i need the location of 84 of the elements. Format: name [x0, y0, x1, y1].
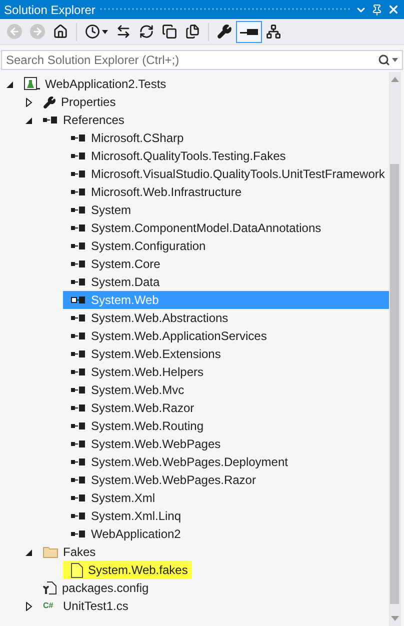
reference-icon	[71, 530, 86, 538]
reference-icon	[71, 188, 86, 196]
tree-item[interactable]: System.Web.Abstractions	[63, 309, 232, 327]
reference-icon	[71, 242, 86, 250]
tree-item[interactable]: System.Web.Extensions	[63, 345, 225, 363]
reference-icon	[71, 152, 86, 160]
close-icon[interactable]	[387, 3, 400, 16]
reference-icon	[71, 386, 86, 394]
hierarchy-icon	[266, 24, 281, 39]
tree-item[interactable]: WebApplication2	[63, 525, 185, 543]
search-box[interactable]: Search Solution Explorer (Ctrl+;)	[1, 50, 403, 70]
tree-item[interactable]: C# UnitTest1.cs	[35, 597, 132, 615]
reference-icon	[71, 458, 86, 466]
reference-icon	[71, 260, 86, 268]
reference-icon	[43, 116, 58, 124]
reference-icon	[71, 440, 86, 448]
tree-item[interactable]: Fakes	[35, 543, 100, 561]
reference-icon	[71, 206, 86, 214]
wrench-icon	[217, 24, 232, 39]
reference-icon	[71, 278, 86, 286]
tree-item[interactable]: System.Web.Mvc	[63, 381, 188, 399]
tree-item[interactable]: System.Web.fakes	[63, 561, 192, 579]
reference-icon	[71, 314, 86, 322]
home-icon	[53, 24, 68, 39]
tree-item[interactable]: packages.config	[35, 579, 153, 597]
collapsed-arrow-icon[interactable]	[25, 602, 33, 610]
tree-item[interactable]: System.Web.Helpers	[63, 363, 208, 381]
scrollbar-thumb[interactable]	[390, 164, 400, 604]
files-icon	[185, 24, 200, 39]
reference-icon	[71, 332, 86, 340]
tree-item[interactable]: System.Xml	[63, 489, 160, 507]
search-icon[interactable]	[378, 54, 390, 66]
tree-item[interactable]: System.Web.WebPages	[63, 435, 225, 453]
collapsed-arrow-icon[interactable]	[25, 98, 33, 106]
reference-icon	[71, 476, 86, 484]
csharp-file-icon: C#	[43, 602, 58, 610]
tree-item[interactable]: System.Web.WebPages.Deployment	[63, 453, 292, 471]
tree-item[interactable]: References	[35, 111, 128, 129]
tree-item[interactable]: Microsoft.CSharp	[63, 129, 188, 147]
config-file-icon	[43, 581, 57, 595]
window-title: Solution Explorer	[4, 2, 96, 18]
reference-icon	[71, 494, 86, 502]
stacked-pages-icon	[162, 24, 177, 39]
folder-icon	[43, 546, 58, 558]
tree-item[interactable]: System.ComponentModel.DataAnnotations	[63, 219, 326, 237]
tree-item[interactable]: System.Web.WebPages.Razor	[63, 471, 260, 489]
tree-item[interactable]: System.Configuration	[63, 237, 210, 255]
reference-icon	[71, 134, 86, 142]
tree-item[interactable]: Microsoft.Web.Infrastructure	[63, 183, 246, 201]
expanded-arrow-icon[interactable]	[25, 116, 33, 124]
preview-icon	[240, 28, 258, 36]
clock-icon	[85, 24, 100, 39]
reference-icon	[71, 512, 86, 520]
tree-item[interactable]: System.Web.ApplicationServices	[63, 327, 271, 345]
file-icon	[71, 562, 83, 578]
tree-item[interactable]: Microsoft.QualityTools.Testing.Fakes	[63, 147, 290, 165]
dropdown-icon[interactable]	[392, 58, 398, 62]
tree-item[interactable]: System.Data	[63, 273, 164, 291]
tree-item[interactable]: System.Web.Razor	[63, 399, 198, 417]
caret-icon	[102, 30, 108, 34]
reference-icon	[71, 404, 86, 412]
reference-icon	[71, 296, 86, 304]
expanded-arrow-icon[interactable]	[6, 80, 14, 88]
tree-item[interactable]: Properties	[35, 93, 120, 111]
refresh-icon	[139, 24, 154, 39]
reference-icon	[71, 350, 86, 358]
tree-item[interactable]: System.Xml.Linq	[63, 507, 186, 525]
reference-icon	[71, 224, 86, 232]
pin-icon[interactable]	[371, 4, 383, 16]
tree-item[interactable]: System.Web.Routing	[63, 417, 208, 435]
scrollbar[interactable]	[388, 72, 401, 626]
test-project-icon	[24, 77, 40, 91]
reference-icon	[71, 422, 86, 430]
expanded-arrow-icon[interactable]	[25, 548, 33, 556]
reference-icon	[71, 170, 86, 178]
tree-item[interactable]: System.Core	[63, 255, 164, 273]
search-field[interactable]: Search Solution Explorer (Ctrl+;)	[6, 51, 378, 69]
tree-item[interactable]: Microsoft.VisualStudio.QualityTools.UnitTestFramework	[63, 165, 389, 183]
preview-tool-button[interactable]	[236, 20, 262, 42]
sync-arrows-icon	[116, 24, 131, 39]
tree-item[interactable]: WebApplication2.Tests	[16, 75, 170, 93]
tree-item[interactable]: System	[63, 201, 136, 219]
wrench-icon	[43, 96, 56, 108]
reference-icon	[71, 368, 86, 376]
